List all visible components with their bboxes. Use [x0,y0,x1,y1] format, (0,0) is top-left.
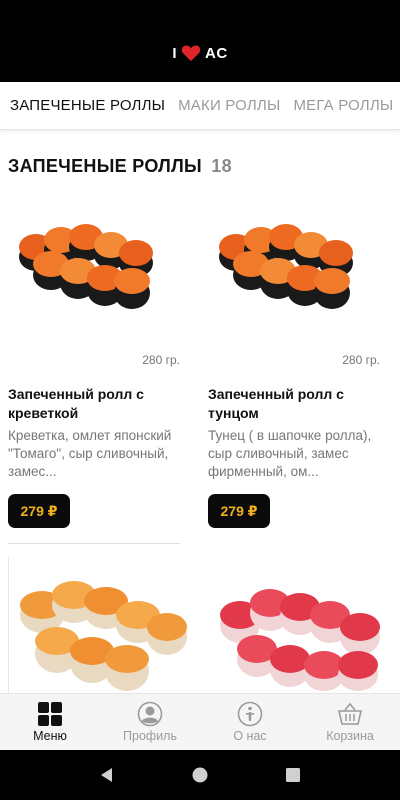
product-weight: 280 гр. [342,353,380,367]
nav-cart[interactable]: Корзина [300,694,400,750]
basket-icon [337,702,363,725]
home-icon[interactable] [191,766,209,784]
nav-about-label: О нас [233,729,267,743]
status-bar [0,0,400,24]
profile-icon [137,701,163,727]
product-card[interactable]: 280 гр. Запеченный ролл с креветкой Крев… [0,205,180,528]
section-title: ЗАПЕЧЕНЫЕ РОЛЛЫ 18 [8,156,232,177]
product-weight: 280 гр. [142,353,180,367]
recents-icon[interactable] [284,766,302,784]
app-header: I AC [0,24,400,82]
section-title-text: ЗАПЕЧЕНЫЕ РОЛЛЫ [8,156,202,176]
price-button[interactable]: 279 ₽ [208,494,270,528]
tab-mega-rolls[interactable]: МЕГА РОЛЛЫ [293,97,393,114]
tab-baked-rolls[interactable]: ЗАПЕЧЕНЫЕ РОЛЛЫ [10,97,165,114]
nav-profile-label: Профиль [123,729,177,743]
nav-profile[interactable]: Профиль [100,694,200,750]
tab-maki-rolls[interactable]: МАКИ РОЛЛЫ [178,97,280,114]
baked-roll-image[interactable] [212,583,387,693]
back-icon[interactable] [98,766,116,784]
card-divider [8,543,180,544]
baked-roll-tuna-image [219,224,353,309]
nav-menu[interactable]: Меню [0,694,100,750]
price-button[interactable]: 279 ₽ [8,494,70,528]
bottom-nav: Меню Профиль О нас Корзина [0,693,400,750]
section-count: 18 [211,156,232,176]
baked-roll-image[interactable] [12,575,190,693]
grid-icon [38,702,62,726]
heart-icon [181,45,201,62]
category-tabs: ЗАПЕЧЕНЫЕ РОЛЛЫ МАКИ РОЛЛЫ МЕГА РОЛЛЫ РО [0,82,400,130]
logo-suffix: AC [205,44,228,62]
product-name: Запеченный ролл с креветкой [8,386,144,421]
logo-prefix: I [172,44,177,62]
card-separator [8,557,9,697]
product-description: Креветка, омлет японский "Томаго", сыр с… [8,428,172,479]
product-name: Запеченный ролл с тунцом [208,386,344,421]
nav-about[interactable]: О нас [200,694,300,750]
product-description: Тунец ( в шапочке ролла), сыр сливочный,… [208,428,372,479]
info-icon [237,701,263,727]
system-nav-bar [0,750,400,800]
nav-menu-label: Меню [33,729,67,743]
nav-cart-label: Корзина [326,729,374,743]
product-card[interactable]: 280 гр. Запеченный ролл с тунцом Тунец (… [200,205,380,528]
baked-roll-shrimp-image [19,224,153,309]
